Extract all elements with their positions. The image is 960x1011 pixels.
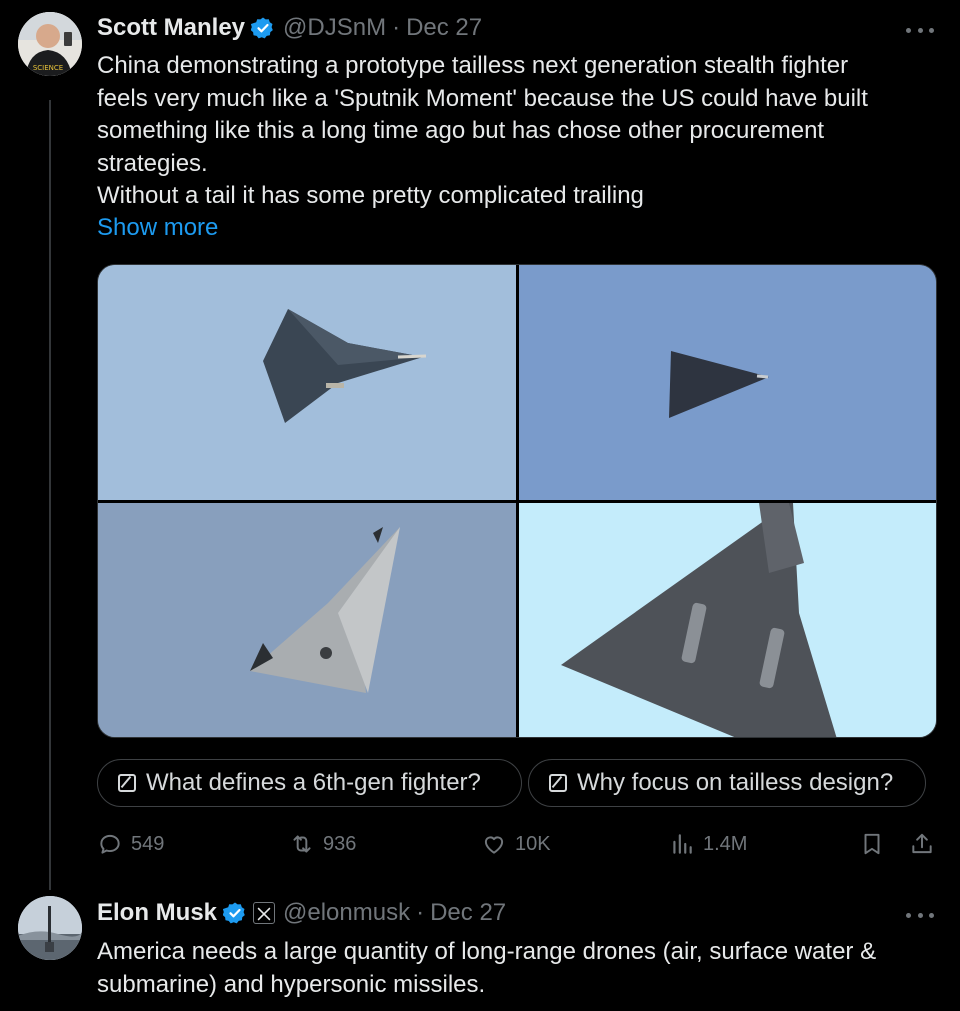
reply-icon xyxy=(100,834,120,854)
view-count: 1.4M xyxy=(703,832,748,855)
post-text: America needs a large quantity of long-r… xyxy=(97,938,877,998)
media-image-1[interactable] xyxy=(98,265,516,500)
separator-dot: · xyxy=(416,899,425,926)
action-bar: 549 936 10K 1.4M xyxy=(97,828,937,860)
media-image-4[interactable] xyxy=(519,503,936,737)
show-more-link[interactable]: Show more xyxy=(97,212,218,244)
avatar-scott-manley[interactable]: SCIENCE xyxy=(18,12,82,76)
like-icon xyxy=(484,836,504,854)
verified-badge-icon[interactable] xyxy=(222,901,247,925)
grok-icon xyxy=(118,774,136,792)
grok-suggestion-chip-2[interactable]: Why focus on tailless design? xyxy=(528,759,926,807)
media-image-3[interactable] xyxy=(98,503,516,737)
svg-text:SCIENCE: SCIENCE xyxy=(33,64,63,72)
separator-dot: · xyxy=(392,14,401,41)
bookmark-icon xyxy=(864,833,880,855)
views-icon xyxy=(673,834,692,854)
reply-count: 549 xyxy=(131,832,165,855)
x-affiliate-icon[interactable] xyxy=(253,902,276,924)
repost-count: 936 xyxy=(323,832,357,855)
author-handle[interactable]: @DJSnM xyxy=(283,14,386,42)
grok-suggestion-chip-1[interactable]: What defines a 6th-gen fighter? xyxy=(97,759,522,807)
media-image-2[interactable] xyxy=(519,265,936,500)
reply-button[interactable]: 549 xyxy=(97,828,164,860)
author-name[interactable]: Scott Manley xyxy=(97,14,245,42)
chip-label: Why focus on tailless design? xyxy=(577,769,894,796)
media-grid xyxy=(97,264,937,738)
avatar-elon-musk[interactable] xyxy=(18,896,82,960)
like-button[interactable]: 10K xyxy=(481,828,551,860)
post-text: China demonstrating a prototype tailless… xyxy=(97,52,868,209)
views-button[interactable]: 1.4M xyxy=(669,828,747,860)
repost-button[interactable]: 936 xyxy=(289,828,356,860)
share-icon xyxy=(912,833,932,854)
like-count: 10K xyxy=(515,832,551,855)
bookmark-button[interactable] xyxy=(859,828,893,860)
author-handle[interactable]: @elonmusk xyxy=(283,899,410,927)
author-name[interactable]: Elon Musk xyxy=(97,899,217,927)
verified-badge-icon[interactable] xyxy=(250,16,275,40)
repost-icon xyxy=(293,835,311,853)
chip-label: What defines a 6th-gen fighter? xyxy=(146,769,481,796)
post-date[interactable]: Dec 27 xyxy=(430,899,506,927)
thread-connector-line xyxy=(49,100,51,890)
post-header: Scott Manley @DJSnM · Dec 27 xyxy=(97,12,482,44)
post-date[interactable]: Dec 27 xyxy=(406,14,482,42)
grok-icon xyxy=(549,774,567,792)
share-button[interactable] xyxy=(909,828,943,860)
more-icon[interactable] xyxy=(906,910,934,920)
more-icon[interactable] xyxy=(906,25,934,35)
post-header: Elon Musk @elonmusk · Dec 27 xyxy=(97,897,506,929)
